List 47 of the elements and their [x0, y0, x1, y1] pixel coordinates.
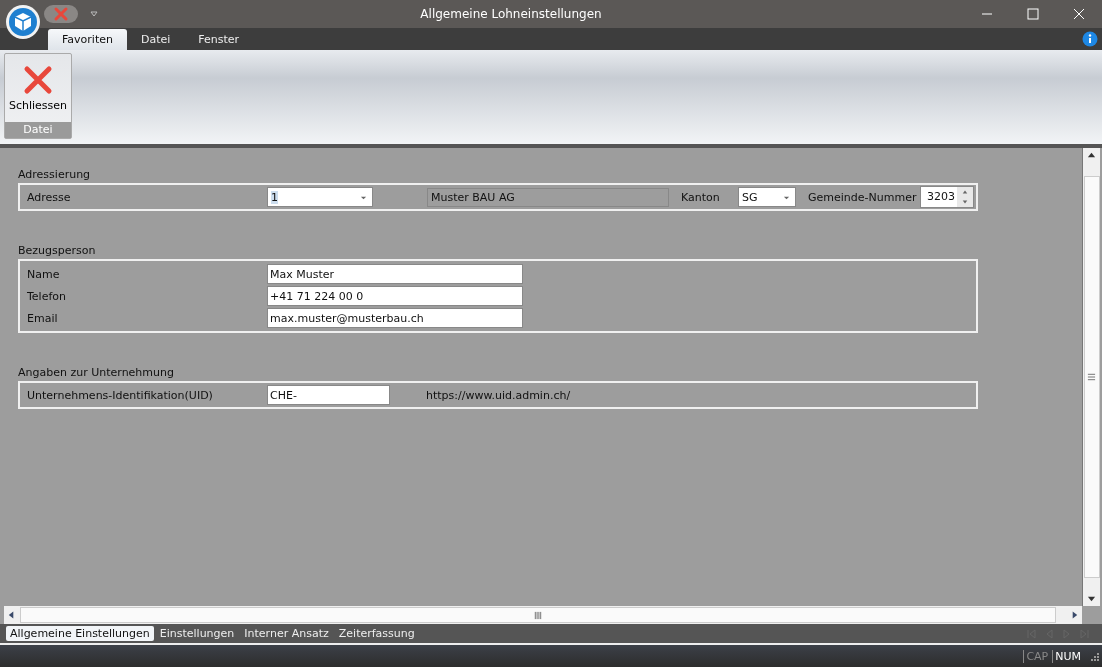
input-field[interactable]: CHE- [267, 385, 390, 405]
section-title: Angaben zur Unternehmung [18, 366, 175, 381]
left-arrow-icon[interactable] [7, 610, 16, 620]
group-label: Datei [5, 122, 71, 138]
field-label: Email [26, 311, 59, 325]
horizontal-scrollbar[interactable] [4, 606, 1082, 624]
close-icon [23, 64, 53, 95]
grip-icon[interactable] [1087, 373, 1096, 381]
section-title: Adressierung [18, 168, 92, 183]
sheet-tab[interactable]: Interner Ansatz [240, 626, 333, 641]
field-label: Gemeinde-Nummer [808, 190, 918, 204]
vertical-scrollbar[interactable] [1082, 148, 1100, 606]
menu-tab[interactable]: Datei [126, 29, 185, 50]
down-arrow-icon[interactable] [962, 199, 968, 205]
close-button[interactable]: Schliessen [5, 54, 71, 122]
input-field[interactable]: +41 71 224 00 0 [267, 286, 523, 306]
info-icon[interactable] [1082, 31, 1098, 47]
field-label: Kanton [681, 190, 721, 204]
up-arrow-icon[interactable] [1087, 151, 1096, 160]
section-title: Bezugsperson [18, 244, 97, 259]
number-spinner[interactable]: 3203 [920, 186, 974, 208]
menu-tab[interactable]: Favoriten [48, 29, 127, 50]
down-arrow-icon[interactable] [1087, 594, 1096, 603]
input-field[interactable]: Max Muster [267, 264, 523, 284]
dropdown-icon[interactable] [90, 10, 98, 18]
sheet-tab[interactable]: Einstellungen [155, 626, 239, 641]
status-indicator: NUM [1052, 649, 1083, 663]
field-label: Unternehmens-Identifikation(UID) [26, 388, 214, 402]
sheet-tab[interactable]: Allgemeine Einstellungen [6, 626, 154, 641]
uid-link[interactable]: https://www.uid.admin.ch/ [426, 388, 571, 402]
input-field[interactable]: max.muster@musterbau.ch [267, 308, 523, 328]
resize-grip-icon[interactable] [1089, 651, 1099, 661]
right-arrow-icon[interactable] [1070, 610, 1079, 620]
field-label: Name [26, 267, 61, 281]
close-icon[interactable] [1073, 8, 1085, 20]
maximize-icon[interactable] [1027, 8, 1039, 20]
status-indicator: CAP [1023, 649, 1051, 663]
field-label: Telefon [26, 289, 67, 303]
window-title: Allgemeine Lohneinstellungen [419, 7, 603, 21]
address-dropdown[interactable]: 1 [267, 187, 373, 207]
company-field: Muster BAU AG [427, 187, 669, 207]
field-label: Adresse [26, 190, 72, 204]
menu-tab[interactable]: Fenster [184, 29, 254, 50]
canton-dropdown[interactable]: SG [738, 187, 796, 207]
up-arrow-icon[interactable] [962, 189, 968, 195]
sheet-tab[interactable]: Zeiterfassung [334, 626, 419, 641]
grip-icon[interactable] [534, 610, 542, 620]
